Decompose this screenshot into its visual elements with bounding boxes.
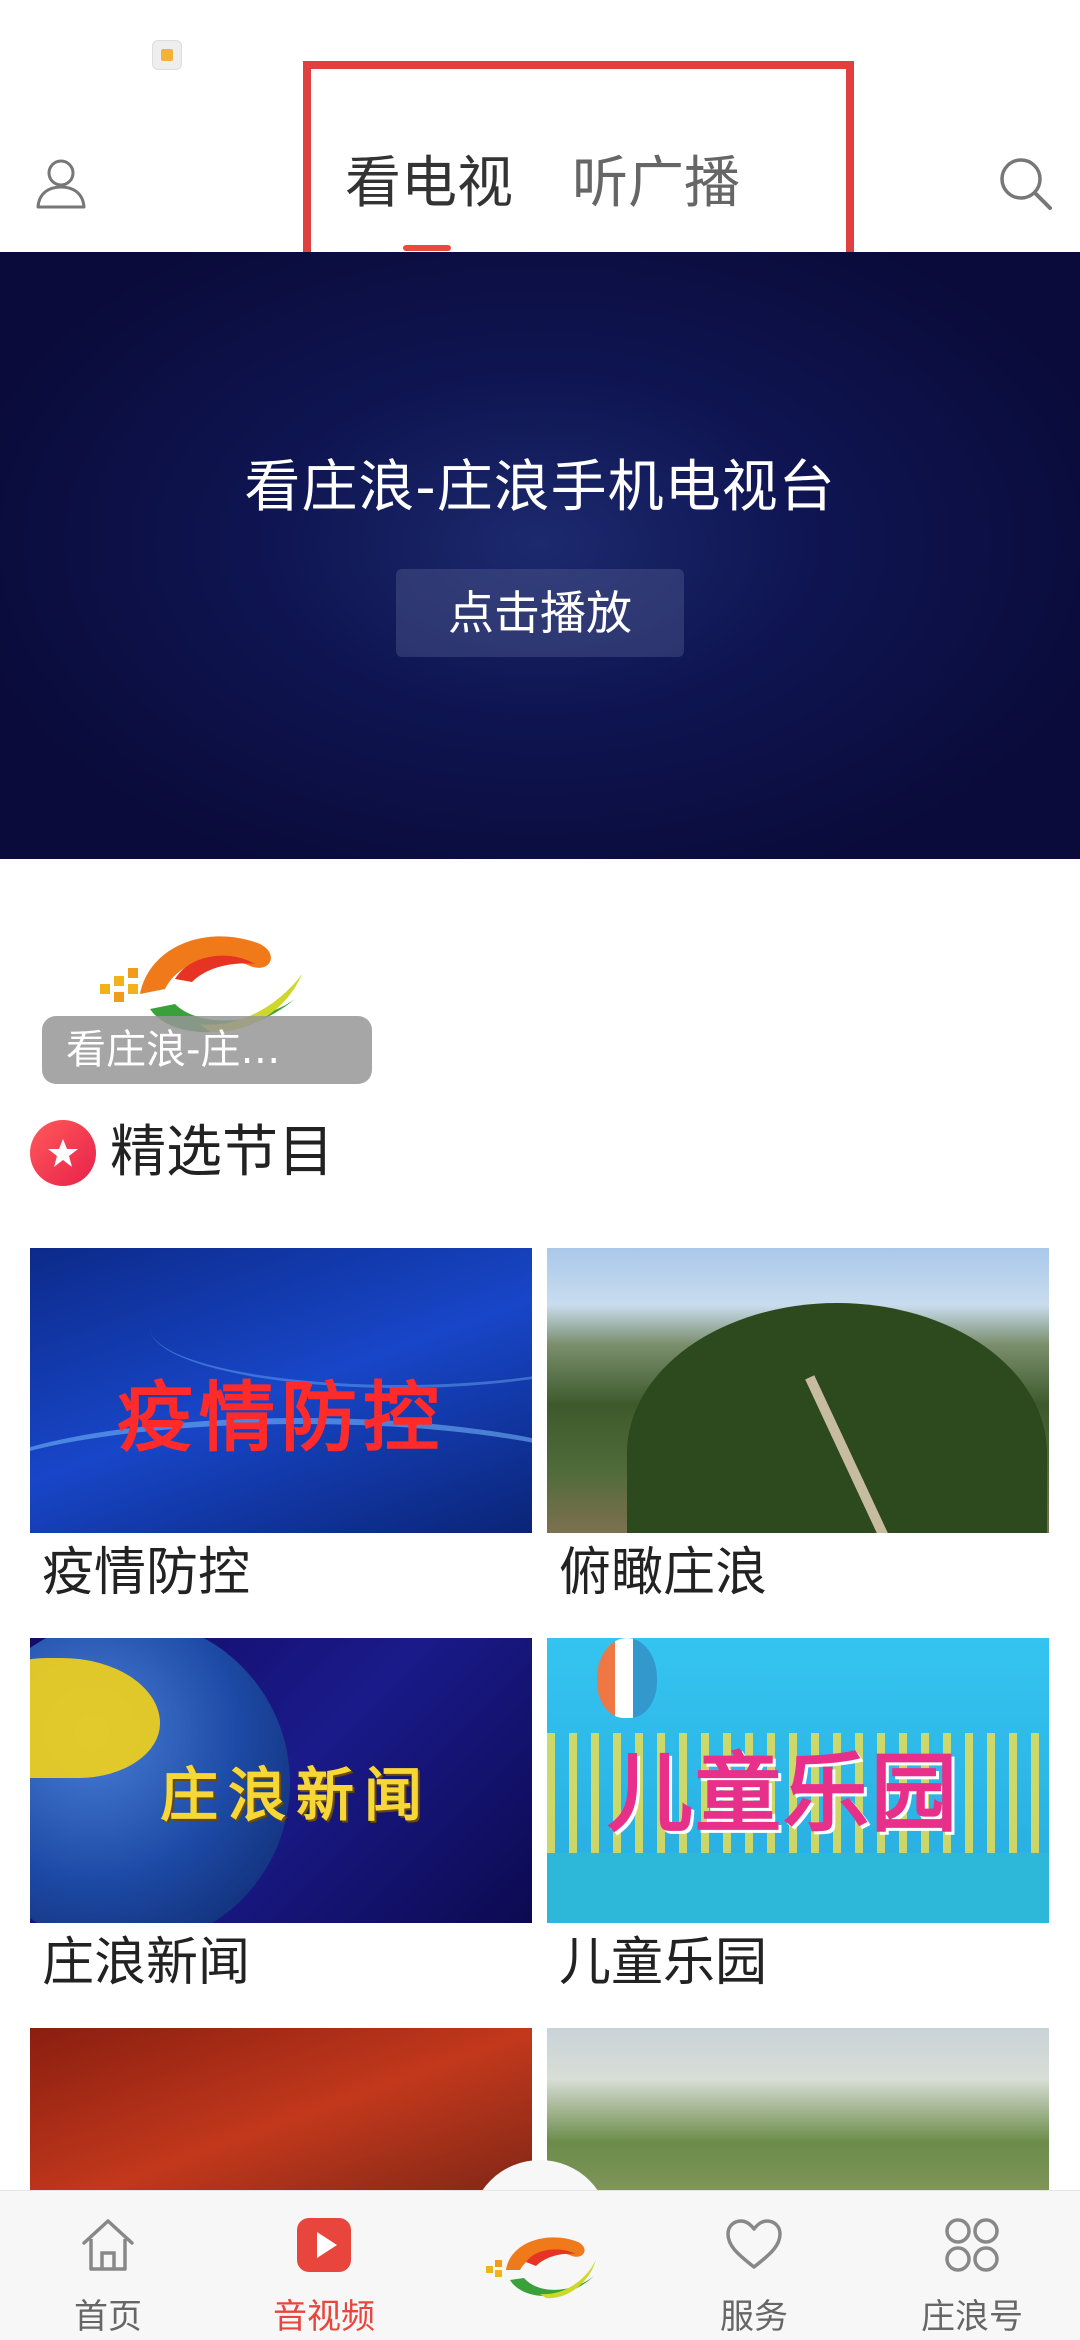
user-icon[interactable] xyxy=(28,150,94,216)
program-thumbnail: 儿童乐园 xyxy=(547,1638,1049,1923)
top-bar: 看电视 听广播 xyxy=(0,120,1080,252)
program-thumbnail: 疫情防控 xyxy=(30,1248,532,1533)
channel-card[interactable]: 看庄浪-庄… xyxy=(42,904,372,1084)
nav-label: 服务 xyxy=(720,2297,788,2337)
play-button[interactable]: 点击播放 xyxy=(396,569,684,657)
thumbnail-title: 庄浪新闻 xyxy=(160,1761,433,1829)
nav-item-zhuanglang-hao[interactable]: 庄浪号 xyxy=(892,2191,1052,2340)
heart-icon xyxy=(724,2215,784,2275)
notification-icon xyxy=(152,40,182,70)
program-card[interactable]: 疫情防控 疫情防控 xyxy=(30,1248,532,1613)
thumbnail-title: 儿童乐园 xyxy=(607,1744,959,1844)
nav-label: 音视频 xyxy=(273,2297,375,2337)
program-thumbnail xyxy=(547,1248,1049,1533)
search-icon[interactable] xyxy=(992,150,1058,216)
tab-listen-radio[interactable]: 听广播 xyxy=(572,144,740,224)
thumbnail-title: 疫情防控 xyxy=(117,1373,445,1462)
program-title: 儿童乐园 xyxy=(559,1933,768,1993)
nav-item-service[interactable]: 服务 xyxy=(674,2191,834,2340)
live-tv-player[interactable]: 看庄浪-庄浪手机电视台 点击播放 xyxy=(0,252,1080,859)
hero-title: 看庄浪-庄浪手机电视台 xyxy=(244,455,836,520)
nav-label: 首页 xyxy=(74,2297,142,2337)
home-icon xyxy=(78,2215,138,2275)
program-card[interactable]: 庄浪新闻 庄浪新闻 xyxy=(30,1638,532,2003)
program-title: 俯瞰庄浪 xyxy=(559,1543,768,1603)
channel-label: 看庄浪-庄… xyxy=(42,1016,372,1084)
screen: 看电视 听广播 看庄浪-庄浪手机电视台 点击播放 看庄浪-庄… 精选节目 疫情防… xyxy=(0,0,1080,2340)
nav-item-audio-video[interactable]: 音视频 xyxy=(244,2191,404,2340)
active-tab-indicator xyxy=(403,245,451,251)
section-title: 精选节目 xyxy=(110,1120,334,1185)
program-card[interactable]: 儿童乐园 儿童乐园 xyxy=(547,1638,1049,2003)
nav-label: 庄浪号 xyxy=(921,2297,1023,2337)
nav-item-home[interactable]: 首页 xyxy=(28,2191,188,2340)
program-title: 庄浪新闻 xyxy=(42,1933,251,1993)
tab-watch-tv[interactable]: 看电视 xyxy=(345,144,513,224)
program-thumbnail: 庄浪新闻 xyxy=(30,1638,532,1923)
program-title: 疫情防控 xyxy=(42,1543,251,1603)
play-icon xyxy=(294,2215,354,2275)
star-icon xyxy=(30,1120,96,1186)
grid-icon xyxy=(942,2215,1002,2275)
program-card[interactable]: 俯瞰庄浪 xyxy=(547,1248,1049,1613)
zhuanglang-logo-icon[interactable] xyxy=(478,2220,598,2310)
